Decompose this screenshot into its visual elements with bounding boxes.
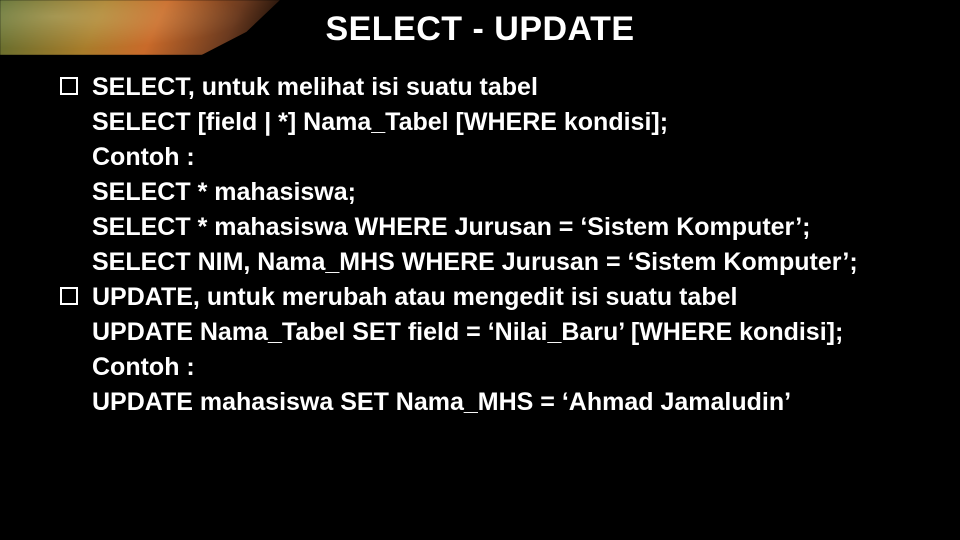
bullet-item: SELECT, untuk melihat isi suatu tabel [60, 71, 912, 104]
slide-title: SELECT - UPDATE [48, 10, 912, 49]
bullet-item: UPDATE, untuk merubah atau mengedit isi … [60, 281, 912, 314]
bullet-line: SELECT [field | *] Nama_Tabel [WHERE kon… [60, 106, 912, 139]
bullet-line: SELECT NIM, Nama_MHS WHERE Jurusan = ‘Si… [60, 246, 912, 279]
slide: SELECT - UPDATE SELECT, untuk melihat is… [0, 0, 960, 540]
bullet-square-icon [60, 287, 78, 305]
slide-content: SELECT, untuk melihat isi suatu tabel SE… [48, 71, 912, 419]
bullet-line: SELECT * mahasiswa WHERE Jurusan = ‘Sist… [60, 211, 912, 244]
bullet-line: Contoh : [60, 351, 912, 384]
bullet-line: Contoh : [60, 141, 912, 174]
bullet-square-icon [60, 77, 78, 95]
bullet-line: UPDATE Nama_Tabel SET field = ‘Nilai_Bar… [60, 316, 912, 349]
bullet-head: UPDATE, untuk merubah atau mengedit isi … [92, 281, 737, 314]
bullet-head: SELECT, untuk melihat isi suatu tabel [92, 71, 538, 104]
bullet-line: UPDATE mahasiswa SET Nama_MHS = ‘Ahmad J… [60, 386, 912, 419]
bullet-line: SELECT * mahasiswa; [60, 176, 912, 209]
